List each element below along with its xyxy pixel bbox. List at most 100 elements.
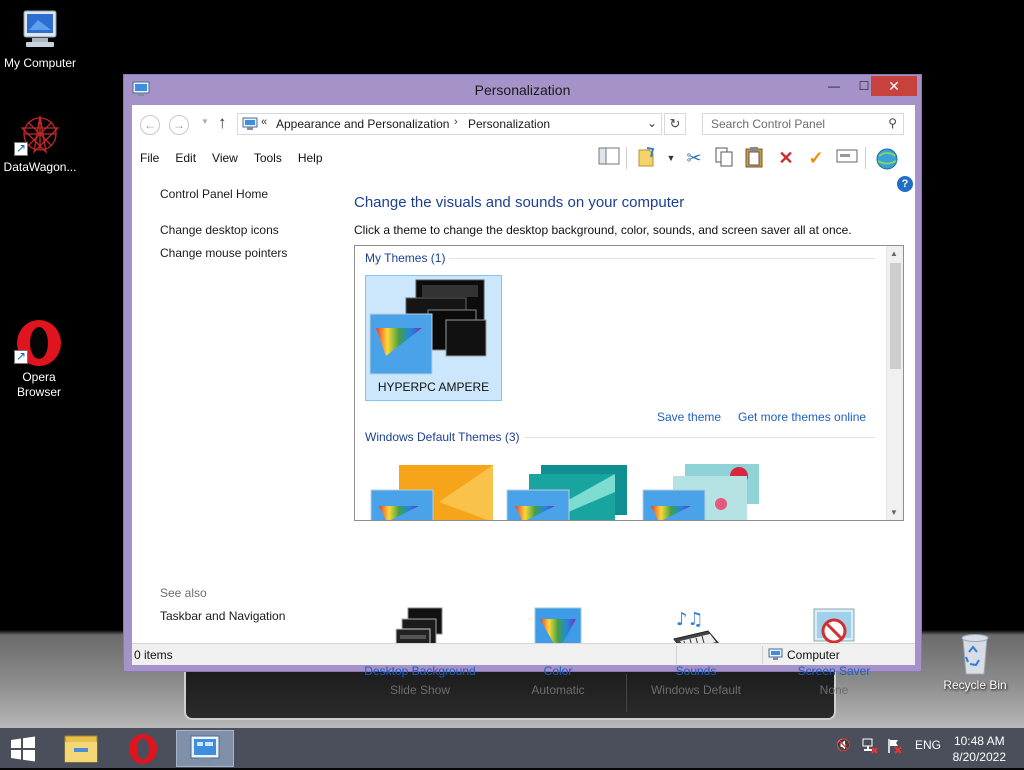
menu-view[interactable]: View [204, 143, 246, 173]
change-mouse-pointers-link[interactable]: Change mouse pointers [160, 246, 287, 260]
theme-preview-image [642, 464, 759, 520]
theme-preview-image [506, 465, 627, 520]
theme-tile-hyperpc-ampere[interactable]: HYPERPC AMPERE [365, 275, 502, 401]
back-button[interactable]: ← [140, 115, 160, 135]
rename-icon[interactable] [835, 146, 859, 170]
theme-tile-flowers[interactable] [641, 462, 769, 520]
properties-dropdown-icon[interactable]: ▼ [659, 146, 683, 170]
page-description: Click a theme to change the desktop back… [354, 223, 852, 237]
desktop-icon-label: Opera Browser [16, 370, 61, 399]
setting-label: Screen Saver [797, 664, 871, 678]
clock-time: 10:48 AM [953, 734, 1005, 748]
taskbar-opera[interactable] [114, 730, 172, 767]
menu-help[interactable]: Help [290, 143, 331, 173]
taskbar-navigation-link[interactable]: Taskbar and Navigation [160, 609, 285, 623]
layout-icon[interactable] [597, 146, 621, 170]
scrollbar-thumb[interactable] [890, 263, 901, 369]
theme-preview-image [369, 279, 487, 375]
scroll-up-icon[interactable]: ▲ [890, 249, 898, 258]
network-icon[interactable] [862, 738, 878, 757]
forward-button[interactable]: → [169, 115, 189, 135]
window-content: ← → ▼ ↑ « Appearance and Personalization… [132, 105, 915, 697]
get-more-themes-link[interactable]: Get more themes online [738, 410, 866, 424]
start-button[interactable] [9, 736, 37, 762]
menu-tools[interactable]: Tools [246, 143, 290, 173]
desktop-icon-opera[interactable]: Opera Browser [0, 318, 78, 400]
desktop-icon-datawagon[interactable]: DataWagon... [0, 112, 80, 174]
language-indicator[interactable]: ENG [915, 738, 941, 752]
breadcrumb-item[interactable]: Appearance and Personalization [276, 117, 449, 131]
status-divider [762, 646, 763, 664]
navigation-bar: ← → ▼ ↑ « Appearance and Personalization… [132, 105, 915, 143]
desktop-icon-label: Recycle Bin [943, 678, 1007, 692]
item-count: 0 items [134, 648, 173, 662]
paste-icon[interactable] [742, 146, 766, 170]
recent-pages-dropdown-icon[interactable]: ▼ [201, 117, 209, 126]
control-panel-icon [190, 735, 220, 762]
desktop-icon-my-computer[interactable]: My Computer [0, 8, 80, 70]
personalization-window: Personalization — ☐ ✕ ← → ▼ ↑ « Appearan… [123, 74, 922, 697]
taskbar-file-explorer[interactable] [52, 730, 110, 767]
up-button[interactable]: ↑ [218, 113, 227, 133]
menu-edit[interactable]: Edit [167, 143, 204, 173]
setting-value: None [819, 683, 849, 697]
search-input[interactable] [709, 115, 879, 133]
theme-tile-windows[interactable] [369, 462, 497, 520]
breadcrumb-separator[interactable]: › [454, 116, 458, 128]
refresh-icon: ↻ [669, 116, 681, 131]
desktop-icon-label: My Computer [3, 56, 77, 70]
action-center-icon[interactable] [886, 738, 902, 757]
setting-value: Slide Show [389, 683, 451, 697]
clock-date: 8/20/2022 [952, 750, 1006, 764]
shortcut-arrow-icon [14, 141, 28, 156]
theme-name: HYPERPC AMPERE [377, 380, 490, 394]
menu-file[interactable]: File [132, 143, 167, 173]
volume-muted-icon[interactable]: 🔇 [836, 738, 851, 752]
cut-icon[interactable]: ✂ [682, 146, 706, 170]
close-button[interactable]: ✕ [871, 76, 917, 96]
see-also-heading: See also [160, 586, 207, 600]
setting-value: Windows Default [650, 683, 742, 697]
system-clock[interactable]: 10:48 AM 8/20/2022 [953, 733, 1006, 765]
status-location: Computer [787, 648, 840, 662]
theme-tile-lines-colors[interactable] [505, 462, 633, 520]
breadcrumb-overflow[interactable]: « [261, 116, 267, 128]
default-themes-group-title[interactable]: Windows Default Themes (3) [365, 430, 520, 444]
save-theme-link[interactable]: Save theme [657, 410, 721, 424]
desktop-icon-label: DataWagon... [3, 160, 77, 174]
breadcrumb-item[interactable]: Personalization [468, 117, 550, 131]
theme-preview-image [370, 465, 493, 520]
minimize-button[interactable]: — [820, 76, 848, 96]
file-explorer-icon [64, 735, 98, 763]
copy-icon[interactable] [712, 146, 736, 170]
toolbar-separator [865, 147, 866, 169]
address-dropdown-icon[interactable]: ⌄ [647, 116, 657, 130]
control-panel-home-link[interactable]: Control Panel Home [160, 187, 268, 201]
title-bar[interactable]: Personalization — ☐ ✕ [124, 75, 921, 105]
recycle-bin-icon [961, 634, 989, 675]
change-desktop-icons-link[interactable]: Change desktop icons [160, 223, 279, 237]
properties-icon[interactable] [635, 146, 659, 170]
taskbar-control-panel[interactable] [176, 730, 234, 767]
search-box[interactable]: ⚲ [702, 113, 904, 135]
refresh-button[interactable]: ↻ [664, 113, 686, 135]
theme-list-scrollbar[interactable]: ▲ ▼ [886, 246, 903, 520]
shortcut-arrow-icon [14, 349, 28, 364]
delete-icon[interactable]: ✕ [774, 146, 798, 170]
search-icon[interactable]: ⚲ [888, 116, 897, 130]
menu-bar: File Edit View Tools Help [132, 143, 331, 173]
my-themes-group-title[interactable]: My Themes (1) [365, 251, 445, 265]
status-bar: 0 items Computer [132, 643, 915, 665]
group-divider [449, 258, 875, 259]
menu-toolbar-row: File Edit View Tools Help ▼ ✂ ✕ ✓ [132, 143, 915, 173]
opera-icon [129, 734, 157, 764]
scroll-down-icon[interactable]: ▼ [890, 508, 898, 517]
checkmark-icon[interactable]: ✓ [804, 146, 828, 170]
control-panel-icon [242, 117, 258, 130]
globe-icon[interactable] [875, 146, 899, 170]
desktop-icon-recycle-bin[interactable]: Recycle Bin [935, 630, 1015, 692]
setting-value: Automatic [531, 683, 585, 697]
address-bar[interactable]: « Appearance and Personalization › Perso… [237, 113, 662, 135]
computer-icon [23, 10, 57, 47]
help-icon[interactable]: ? [897, 176, 913, 192]
